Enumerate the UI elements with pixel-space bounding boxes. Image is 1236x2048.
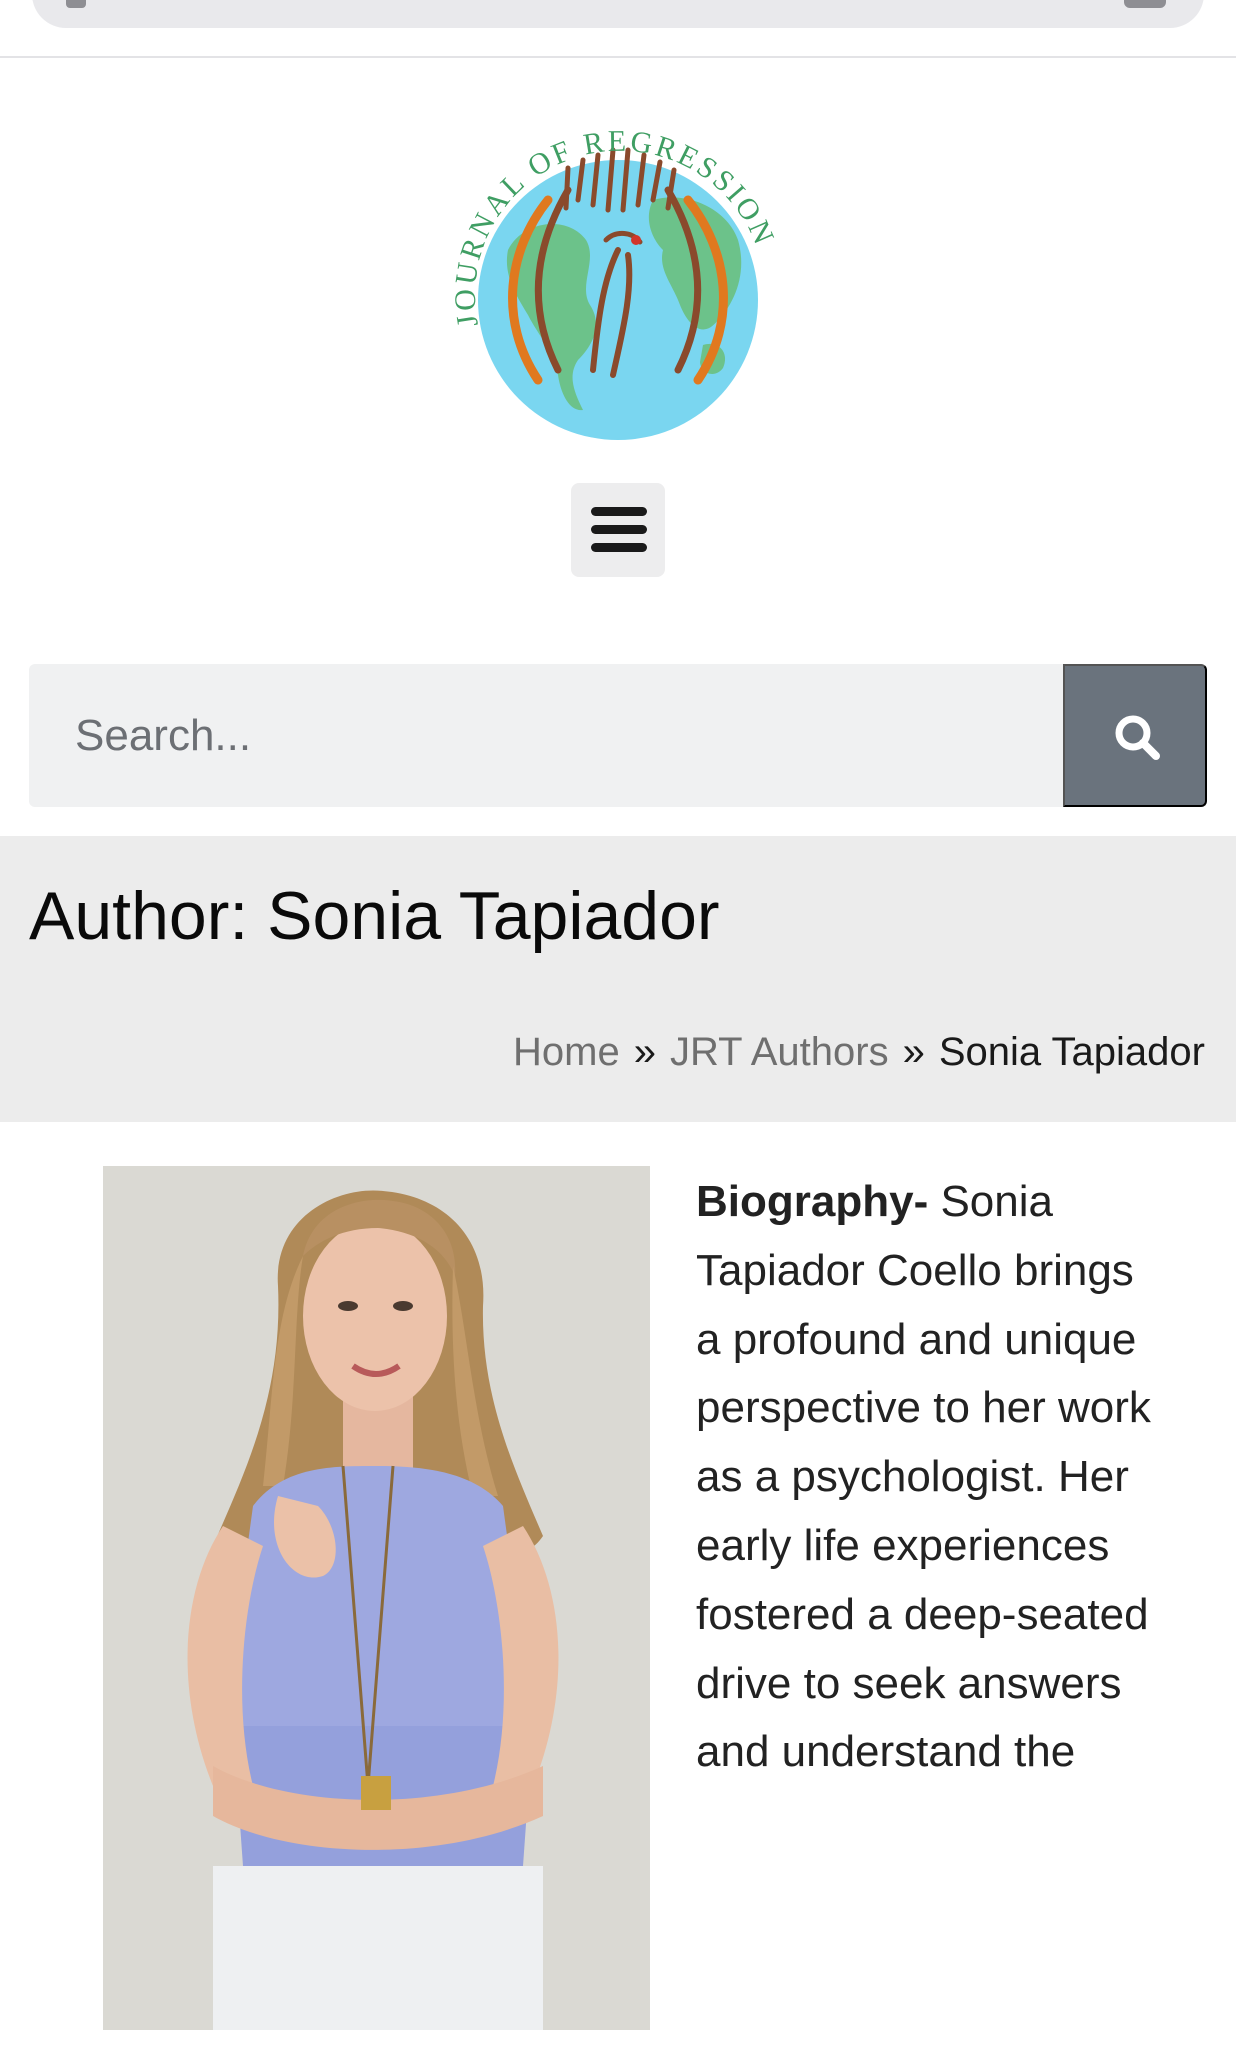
page-title: Author: Sonia Tapiador — [29, 878, 720, 954]
phoenix-head — [631, 235, 641, 245]
biography-text: Sonia Tapiador Coello brings a profound … — [696, 1177, 1151, 1777]
search-form — [29, 664, 1207, 807]
biography-heading: Biography- — [696, 1177, 929, 1226]
breadcrumb-home-link[interactable]: Home — [513, 1030, 620, 1074]
breadcrumb: Home » JRT Authors » Sonia Tapiador — [513, 1030, 1205, 1075]
author-photo — [103, 1166, 650, 2030]
hamburger-line — [591, 525, 647, 534]
breadcrumb-separator: » — [633, 1030, 656, 1074]
breadcrumb-current: Sonia Tapiador — [938, 1030, 1205, 1074]
search-input[interactable] — [29, 664, 1065, 807]
tabs-icon[interactable] — [1124, 0, 1166, 8]
site-header: JOURNAL OF REGRESSION — [0, 60, 1236, 600]
url-field[interactable] — [32, 0, 1204, 28]
browser-address-bar — [0, 0, 1236, 58]
hamburger-line — [591, 507, 647, 516]
hamburger-line — [591, 543, 647, 552]
breadcrumb-separator: » — [902, 1030, 925, 1074]
lock-icon — [66, 0, 86, 8]
author-biography: Biography- Sonia Tapiador Coello brings … — [696, 1168, 1166, 1787]
page-title-band: Author: Sonia Tapiador Home » JRT Authors »… — [0, 836, 1236, 1122]
breadcrumb-authors-link[interactable]: JRT Authors — [670, 1030, 889, 1074]
hamburger-menu-button[interactable] — [571, 483, 665, 577]
search-button[interactable] — [1063, 664, 1207, 807]
site-logo[interactable]: JOURNAL OF REGRESSION — [418, 90, 818, 490]
search-icon — [1115, 715, 1160, 760]
